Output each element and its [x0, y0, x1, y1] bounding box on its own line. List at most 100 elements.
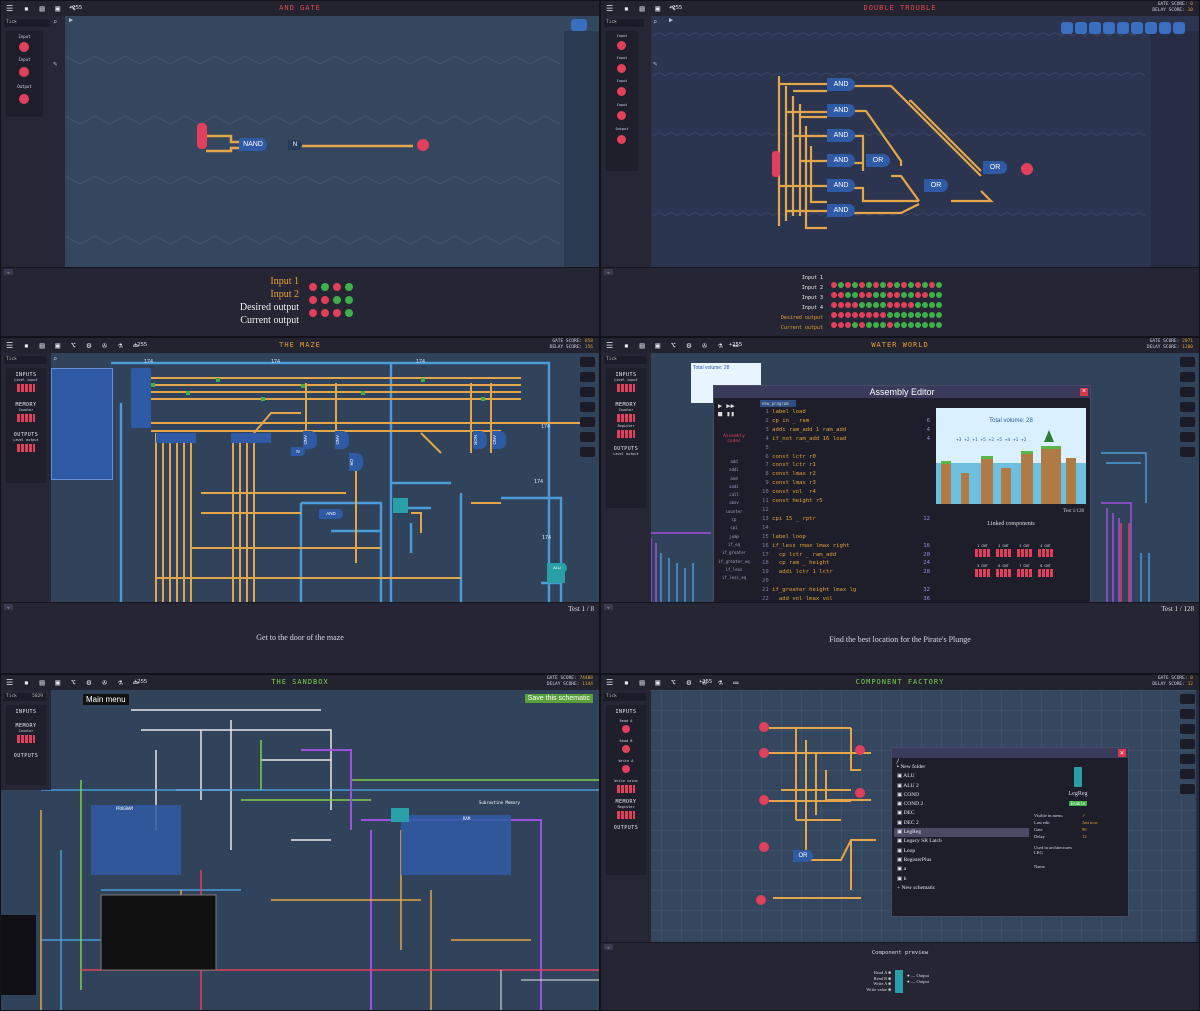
folder-item[interactable]: ▣ ALU	[894, 772, 1029, 781]
and-gate[interactable]: AND	[492, 431, 506, 449]
code-line[interactable]: 21 if_greater height lmax lg 32	[762, 586, 930, 595]
opcode-item[interactable]: if_eq	[718, 541, 750, 549]
opcode-item[interactable]: cmov	[718, 499, 750, 507]
or-gate[interactable]: OR	[349, 453, 363, 471]
opcode-item[interactable]: if_greater	[718, 549, 750, 557]
opcode-item[interactable]: if_less_eq	[718, 574, 750, 582]
opcode-item[interactable]: if_greater_eq	[718, 558, 750, 566]
and-gate[interactable]: AND	[827, 78, 855, 91]
code-line[interactable]: 3 addi ram_add 1 ram_add 4	[762, 426, 930, 435]
input-component[interactable]	[19, 42, 29, 52]
output-pin[interactable]	[855, 745, 865, 755]
write-value-component[interactable]	[617, 785, 635, 793]
or-gate[interactable]: OR	[924, 179, 948, 192]
chevron-down-icon[interactable]: ⌄	[4, 604, 13, 610]
code-line[interactable]: 10 const vol r4	[762, 488, 930, 497]
enable-button[interactable]: Enable	[1069, 801, 1087, 806]
not-gate[interactable]: N	[291, 447, 305, 456]
code-line[interactable]: 11 const height r5	[762, 497, 930, 506]
output-component[interactable]	[617, 135, 626, 144]
and-gate[interactable]: AND	[319, 509, 343, 519]
code-line[interactable]: 19 addi lctr 1 lctr 28	[762, 568, 930, 577]
folder-item[interactable]: ▣ a	[894, 865, 1029, 874]
zoom-icon[interactable]: ⌕	[53, 18, 65, 26]
input-pin[interactable]	[759, 722, 769, 732]
code-line[interactable]: 12	[762, 506, 930, 515]
output-pin[interactable]	[417, 139, 429, 151]
code-line[interactable]: 13 cpi 15 _ rptr 12	[762, 515, 930, 524]
folder-item[interactable]: ▪ New folder	[894, 763, 1029, 772]
pencil-icon[interactable]: ✎	[53, 60, 65, 68]
read-a-component[interactable]	[622, 725, 630, 733]
register-pin[interactable]	[756, 895, 766, 905]
folder-item[interactable]: ▣ COND 2	[894, 800, 1029, 809]
code-line[interactable]: 14	[762, 524, 930, 533]
input-pin[interactable]	[759, 748, 769, 758]
level-input-component[interactable]	[617, 384, 635, 392]
level-output-component[interactable]	[17, 444, 35, 452]
folder-item[interactable]: ▣ ALU 2	[894, 782, 1029, 791]
folder-item[interactable]: ▣ Legacy SR Latch	[894, 837, 1029, 846]
and-gate[interactable]: AND	[303, 431, 317, 449]
output-pin[interactable]	[855, 788, 865, 798]
input-component[interactable]	[617, 87, 626, 96]
opcode-item[interactable]: addi	[718, 466, 750, 474]
opcode-list[interactable]: add addi and andi call cmov counter cp cpi jump if…	[718, 458, 750, 582]
input-component[interactable]	[19, 67, 29, 77]
chevron-down-icon[interactable]: ⌄	[604, 269, 613, 275]
or-gate[interactable]: OR	[793, 850, 813, 862]
zoom-icon[interactable]: ⌕	[53, 355, 65, 363]
code-editor[interactable]: 1 label load 2 cp in _ ram 6 3 addi ram_a…	[762, 408, 930, 613]
code-line[interactable]: 2 cp in _ ram 6	[762, 417, 930, 426]
output-pin[interactable]	[1021, 163, 1033, 175]
input-pin[interactable]	[759, 795, 769, 805]
and-gate[interactable]: AND	[827, 179, 855, 192]
opcode-item[interactable]: andi	[718, 483, 750, 491]
code-line[interactable]: 15 label loop	[762, 533, 930, 542]
opcode-item[interactable]: cpi	[718, 524, 750, 532]
level-input-component[interactable]	[17, 384, 35, 392]
opcode-item[interactable]: add	[718, 458, 750, 466]
code-line[interactable]: 16 if_less rmax lmax right 16	[762, 542, 930, 551]
folder-item[interactable]: + New schematic	[894, 884, 1029, 893]
folder-item[interactable]: ▣ COND	[894, 791, 1029, 800]
and-gate[interactable]: AND	[827, 104, 855, 117]
code-line[interactable]: 1 label load	[762, 408, 930, 417]
folder-item[interactable]: ▣ RegisterPlus	[894, 856, 1029, 865]
ram-block[interactable]	[51, 368, 113, 480]
opcode-item[interactable]: cp	[718, 516, 750, 524]
code-line[interactable]: 8 const lmax r2	[762, 470, 930, 479]
circuit-canvas[interactable]: AND AND AND AND AND AND OR OR OR	[601, 16, 1199, 267]
pencil-icon[interactable]: ✎	[653, 60, 665, 68]
opcode-item[interactable]: if_less	[718, 566, 750, 574]
output-component[interactable]	[19, 94, 29, 104]
input-pin[interactable]	[197, 123, 207, 149]
folder-item[interactable]: ▣ b	[894, 875, 1029, 884]
tool-column[interactable]: ⌕	[53, 353, 65, 363]
code-line[interactable]: 4 if_not ram_add 16 load 4	[762, 435, 930, 444]
input-component[interactable]	[617, 41, 626, 50]
read-b-component[interactable]	[622, 745, 630, 753]
folder-item[interactable]: ▣ Loop	[894, 847, 1029, 856]
input-component[interactable]	[617, 111, 626, 120]
input-component[interactable]	[617, 64, 626, 73]
code-line[interactable]: 7 const lctr r1	[762, 461, 930, 470]
right-toolbar[interactable]	[1180, 357, 1195, 462]
program-tab[interactable]: new_program	[760, 400, 796, 407]
register-component[interactable]	[617, 811, 635, 819]
opcode-item[interactable]: counter	[718, 508, 750, 516]
expand-icon[interactable]	[571, 19, 587, 31]
code-line[interactable]: 6 const lctr r0	[762, 453, 930, 462]
component-toolbar[interactable]	[1061, 19, 1196, 34]
chevron-down-icon[interactable]: ⌄	[4, 269, 13, 275]
circuit-canvas[interactable]: PROGRAM RAM Subroutine Memory Save this …	[1, 690, 599, 1010]
counter-component[interactable]	[17, 735, 35, 743]
component-folder-list[interactable]: ▪ New folder ▣ ALU ▣ ALU 2 ▣ COND ▣ COND 2 ▣ …	[894, 763, 1029, 893]
right-toolbar[interactable]	[580, 357, 595, 462]
or-gate[interactable]: OR	[983, 161, 1007, 174]
folder-item[interactable]: ▣ DEC 2	[894, 819, 1029, 828]
code-line[interactable]: 9 const lmax r3	[762, 479, 930, 488]
code-line[interactable]: 20	[762, 577, 930, 586]
or-gate[interactable]: OR	[866, 154, 890, 167]
write-a-component[interactable]	[622, 765, 630, 773]
